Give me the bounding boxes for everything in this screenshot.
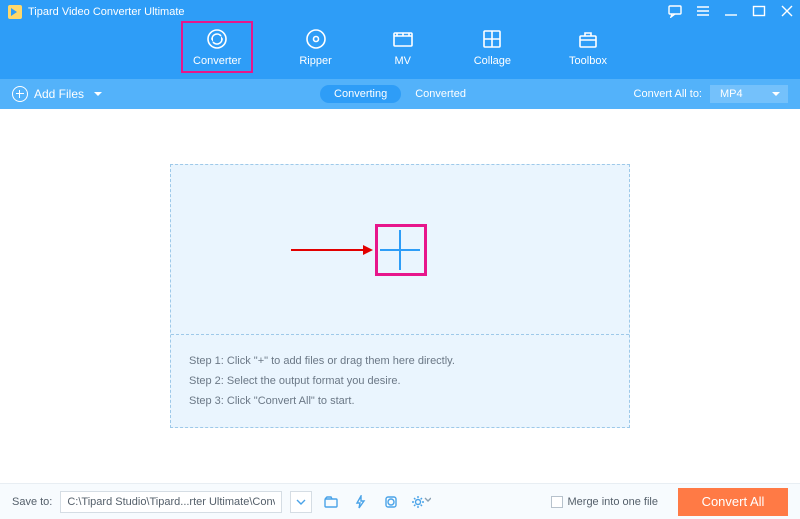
nav-collage[interactable]: Collage — [468, 24, 517, 71]
arrow-annotation — [291, 249, 371, 251]
feedback-icon[interactable] — [668, 4, 682, 18]
nav-ripper[interactable]: Ripper — [293, 24, 337, 71]
save-path-input[interactable] — [60, 491, 282, 513]
nav-label: MV — [394, 55, 411, 67]
ripper-icon — [303, 26, 329, 52]
task-schedule-button[interactable] — [380, 491, 402, 513]
plus-circle-icon — [12, 86, 28, 102]
instruction-step: Step 3: Click "Convert All" to start. — [189, 395, 611, 407]
path-dropdown-button[interactable] — [290, 491, 312, 513]
instruction-step: Step 1: Click "+" to add files or drag t… — [189, 355, 611, 367]
convert-all-to-label: Convert All to: — [634, 88, 702, 100]
nav-converter[interactable]: Converter — [187, 24, 247, 71]
toolbox-icon — [575, 26, 601, 52]
collage-icon — [479, 26, 505, 52]
convert-all-button[interactable]: Convert All — [678, 488, 788, 516]
nav-mv[interactable]: MV — [384, 24, 422, 71]
add-file-plus-button[interactable] — [380, 230, 420, 270]
merge-checkbox[interactable] — [551, 496, 563, 508]
add-files-button[interactable]: Add Files — [12, 86, 102, 102]
merge-label: Merge into one file — [568, 496, 659, 508]
app-logo — [8, 5, 22, 19]
nav-label: Ripper — [299, 55, 331, 67]
instruction-step: Step 2: Select the output format you des… — [189, 375, 611, 387]
close-icon[interactable] — [780, 4, 794, 18]
nav-toolbox[interactable]: Toolbox — [563, 24, 613, 71]
tab-converted[interactable]: Converted — [401, 85, 480, 103]
drop-zone[interactable]: Step 1: Click "+" to add files or drag t… — [170, 164, 630, 428]
save-to-label: Save to: — [12, 496, 52, 508]
tab-converting[interactable]: Converting — [320, 85, 401, 103]
highlight-annotation — [181, 21, 253, 73]
settings-button[interactable] — [410, 491, 432, 513]
chevron-down-icon — [94, 92, 102, 96]
maximize-icon[interactable] — [752, 4, 766, 18]
hardware-accel-button[interactable] — [350, 491, 372, 513]
output-format-dropdown[interactable]: MP4 — [710, 85, 788, 103]
minimize-icon[interactable] — [724, 4, 738, 18]
menu-icon[interactable] — [696, 4, 710, 18]
output-format-value: MP4 — [720, 88, 743, 100]
nav-label: Collage — [474, 55, 511, 67]
app-title: Tipard Video Converter Ultimate — [28, 6, 185, 18]
mv-icon — [390, 26, 416, 52]
nav-label: Toolbox — [569, 55, 607, 67]
add-files-label: Add Files — [34, 87, 84, 101]
open-folder-button[interactable] — [320, 491, 342, 513]
chevron-down-icon — [772, 92, 780, 96]
